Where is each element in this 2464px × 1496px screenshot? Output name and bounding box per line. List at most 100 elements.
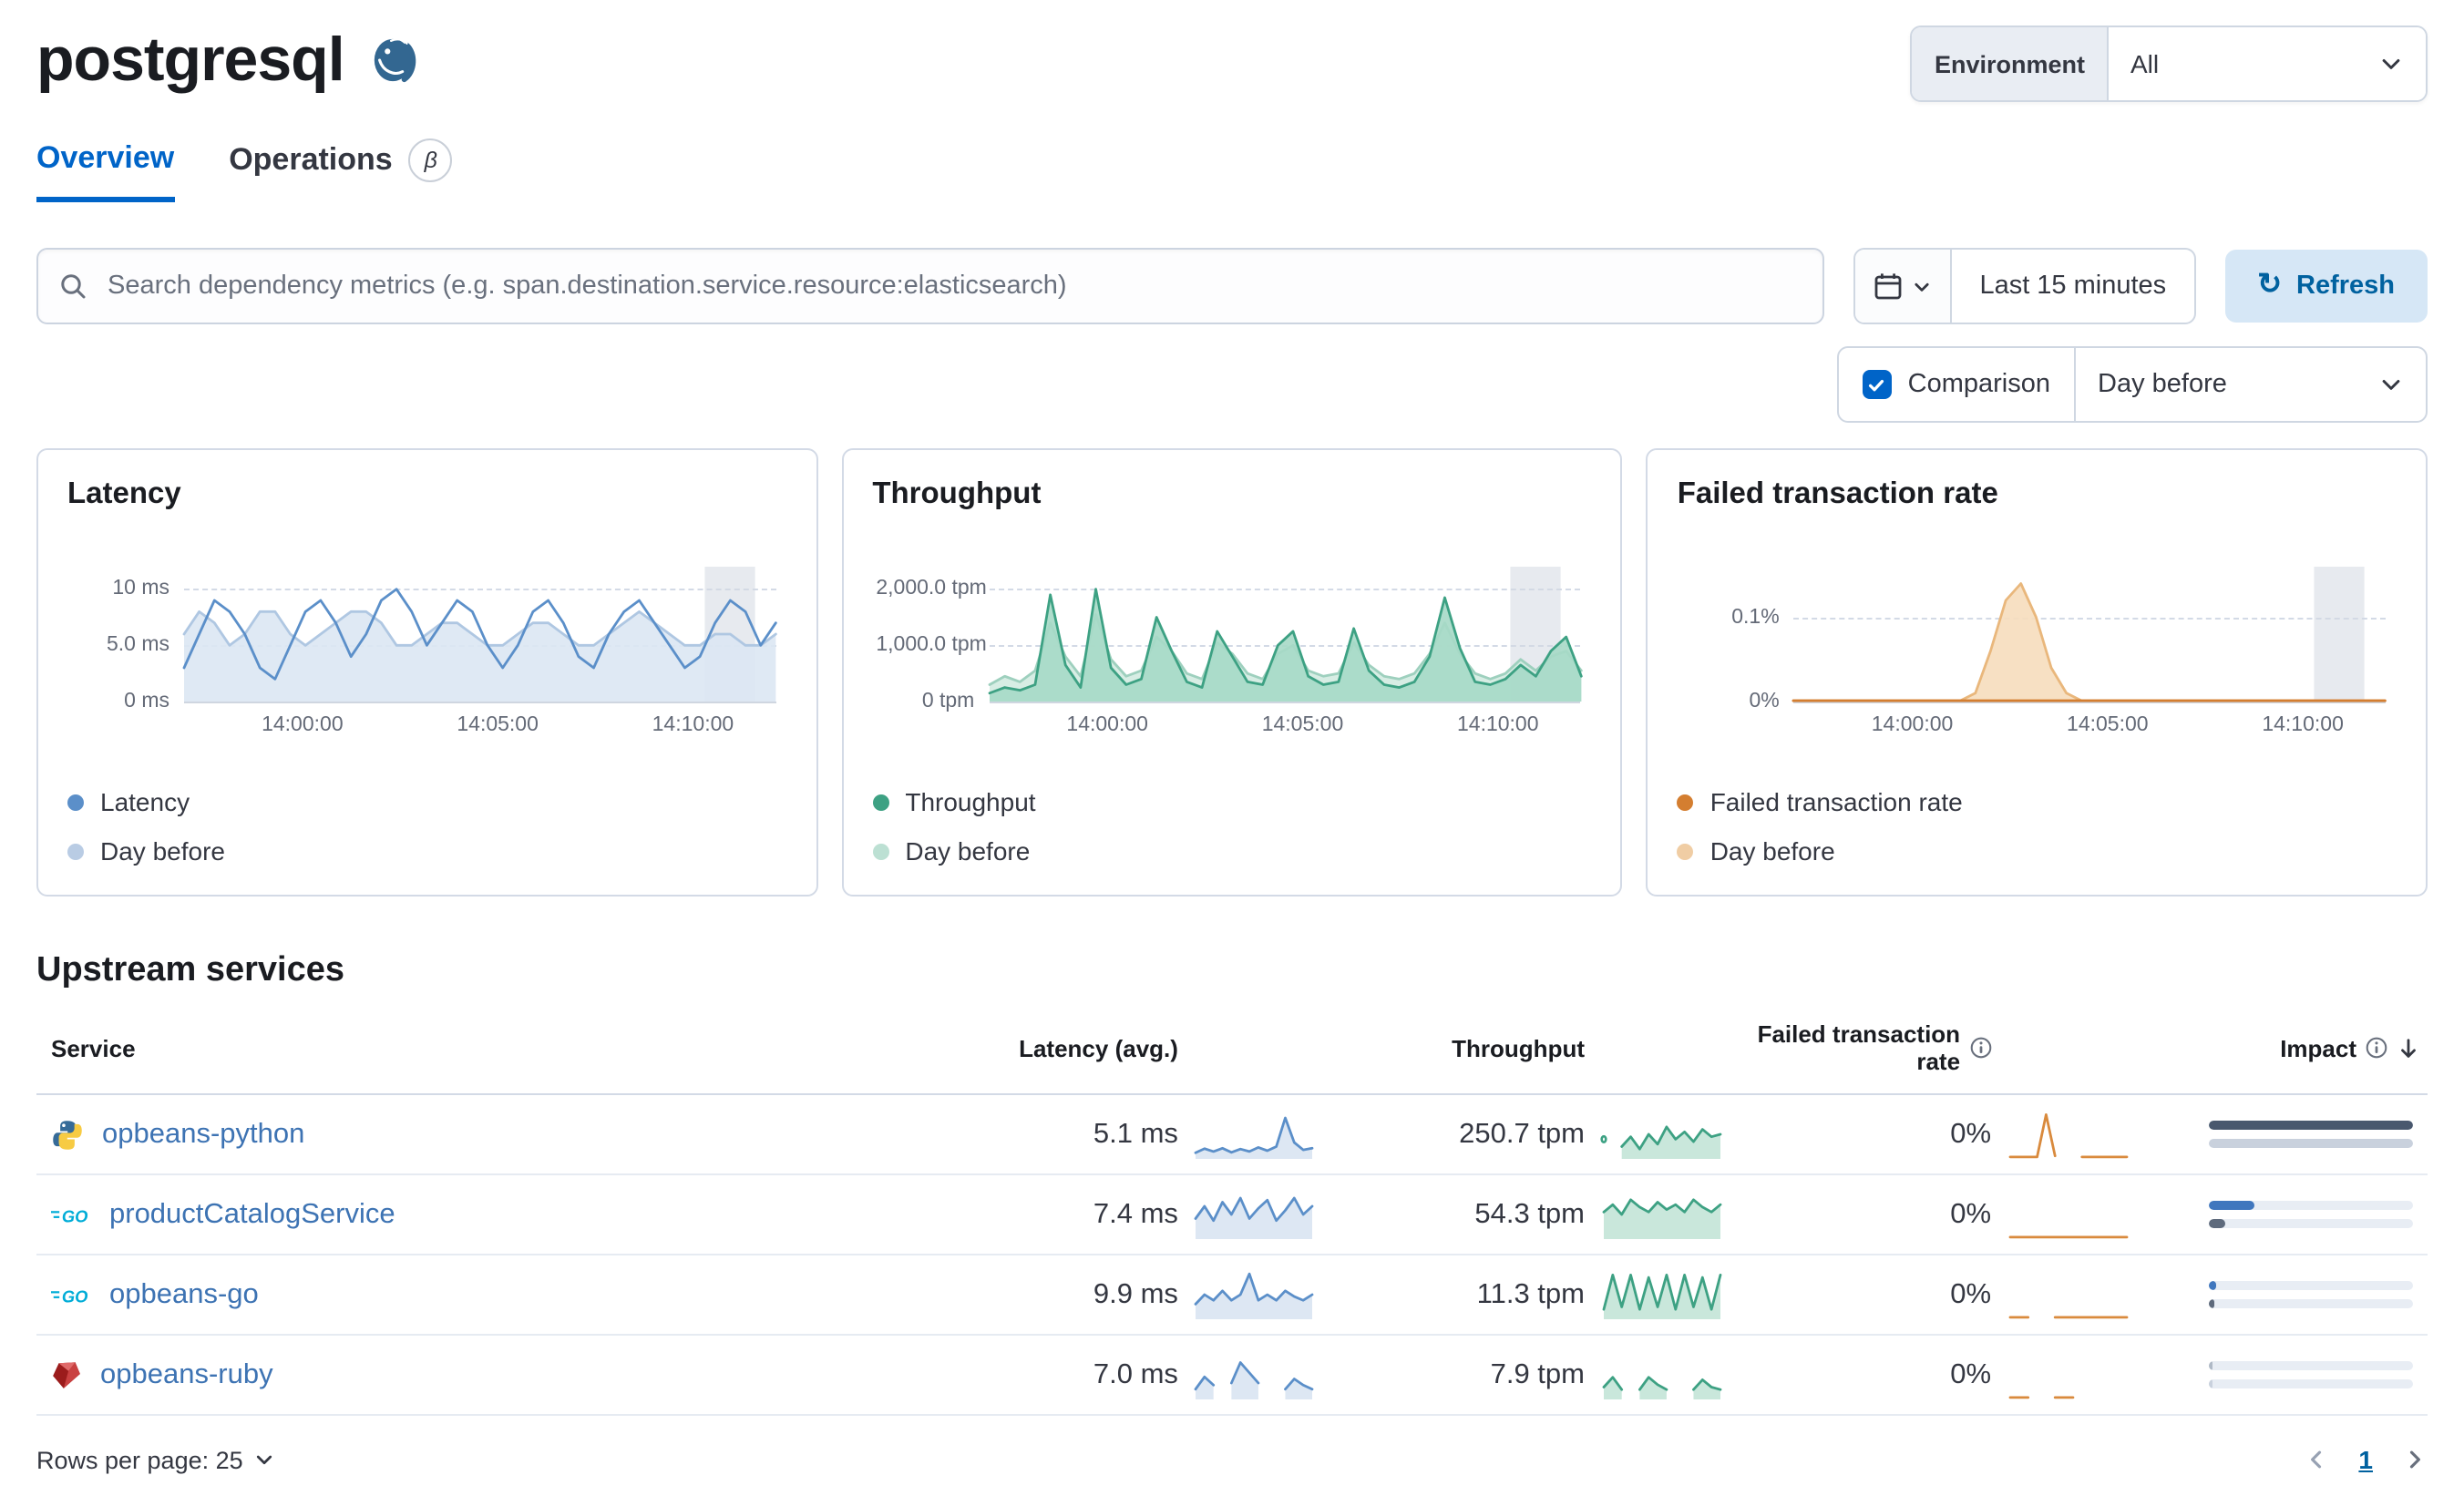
chart-title: Latency xyxy=(67,477,181,510)
go-icon: GO xyxy=(51,1200,91,1229)
chevron-down-icon xyxy=(254,1449,276,1470)
info-icon[interactable] xyxy=(2366,1037,2387,1059)
page-title: postgresql xyxy=(36,26,345,95)
metric-charts: Latency 10 ms 5.0 ms 0 ms 14:00:00 14:05… xyxy=(36,448,2428,897)
latency-value: 9.9 ms xyxy=(1093,1278,1178,1309)
refresh-button[interactable]: ↻ Refresh xyxy=(2224,250,2428,323)
latency-sparkline xyxy=(1196,1350,1313,1399)
environment-value[interactable]: All xyxy=(2109,27,2426,100)
table-row: GO productCatalogService 7.4 ms 54.3 tpm… xyxy=(36,1174,2428,1255)
python-icon xyxy=(51,1118,84,1151)
impact-bars xyxy=(2209,1281,2413,1308)
comparison-label: Comparison xyxy=(1907,370,2050,399)
latency-chart: 10 ms 5.0 ms 0 ms 14:00:00 14:05:00 14:1… xyxy=(107,567,775,736)
rows-per-page-button[interactable]: Rows per page: 25 xyxy=(36,1446,276,1473)
comparison-checkbox-group[interactable]: Comparison xyxy=(1839,348,2074,421)
throughput-value: 11.3 tpm xyxy=(1476,1278,1585,1309)
col-header-service[interactable]: Service xyxy=(36,1002,921,1095)
failed-rate-sparkline xyxy=(2009,1110,2126,1159)
throughput-sparkline xyxy=(1603,1270,1720,1319)
throughput-chart-panel: Throughput 2,000.0 tpm 1,000.0 tpm 0 tpm… xyxy=(841,448,1623,897)
comparison-checkbox[interactable] xyxy=(1862,370,1892,399)
chart-legend: Failed transaction rate Day before xyxy=(1677,787,2397,866)
throughput-sparkline xyxy=(1603,1350,1720,1399)
go-icon: GO xyxy=(51,1280,91,1309)
throughput-value: 54.3 tpm xyxy=(1474,1198,1585,1229)
failed-rate-value: 0% xyxy=(1950,1118,1992,1149)
failed-rate-sparkline xyxy=(2009,1190,2126,1239)
info-icon[interactable] xyxy=(1969,1037,1991,1059)
impact-bars xyxy=(2209,1201,2413,1228)
tab-overview[interactable]: Overview xyxy=(36,138,175,202)
impact-bars xyxy=(2209,1361,2413,1388)
latency-sparkline xyxy=(1196,1190,1313,1239)
chart-legend: Latency Day before xyxy=(67,787,786,866)
latency-sparkline xyxy=(1196,1270,1313,1319)
postgresql-logo-icon xyxy=(370,36,419,86)
failed-rate-chart: 0.1% 0% 14:00:00 14:05:00 14:10:00 xyxy=(1731,567,2386,736)
col-header-latency[interactable]: Latency (avg.) xyxy=(920,1002,1328,1095)
time-picker: Last 15 minutes xyxy=(1853,248,2196,324)
comparison-control: Comparison Day before xyxy=(1836,346,2428,423)
throughput-sparkline xyxy=(1603,1110,1720,1159)
chart-title: Throughput xyxy=(872,477,1042,510)
latency-sparkline xyxy=(1196,1110,1313,1159)
throughput-value: 250.7 tpm xyxy=(1459,1118,1585,1149)
date-picker-button[interactable] xyxy=(1855,250,1953,323)
table-row: opbeans-ruby 7.0 ms 7.9 tpm 0% xyxy=(36,1335,2428,1416)
beta-badge: β xyxy=(408,138,453,182)
chevron-down-icon xyxy=(2378,372,2404,397)
table-row: GO opbeans-go 9.9 ms 11.3 tpm 0% xyxy=(36,1255,2428,1336)
search-box[interactable] xyxy=(36,248,1825,324)
failed-rate-chart-panel: Failed transaction rate 0.1% 0% 14:00:00… xyxy=(1646,448,2428,897)
latency-value: 5.1 ms xyxy=(1093,1118,1178,1149)
svg-text:GO: GO xyxy=(62,1205,88,1224)
failed-rate-sparkline xyxy=(2009,1270,2126,1319)
latency-chart-panel: Latency 10 ms 5.0 ms 0 ms 14:00:00 14:05… xyxy=(36,448,818,897)
chart-legend: Throughput Day before xyxy=(872,787,1591,866)
throughput-sparkline xyxy=(1603,1190,1720,1239)
page-header: postgresql Environment All xyxy=(36,26,2428,102)
search-icon xyxy=(58,272,87,301)
impact-bars xyxy=(2209,1121,2413,1148)
table-row: opbeans-python 5.1 ms 250.7 tpm 0% xyxy=(36,1094,2428,1175)
chevron-down-icon xyxy=(2378,51,2404,77)
upstream-services-table: Service Latency (avg.) Throughput Failed… xyxy=(36,1002,2428,1416)
col-header-impact[interactable]: Impact xyxy=(2141,1002,2428,1095)
col-header-failed-rate[interactable]: Failed transaction rate xyxy=(1734,1002,2141,1095)
pagination: 1 xyxy=(2304,1445,2428,1474)
latency-value: 7.4 ms xyxy=(1093,1198,1178,1229)
failed-rate-value: 0% xyxy=(1950,1198,1992,1229)
svg-text:GO: GO xyxy=(62,1286,88,1305)
service-link[interactable]: opbeans-python xyxy=(102,1118,304,1151)
time-range-button[interactable]: Last 15 minutes xyxy=(1952,250,2193,323)
dependency-overview-page: postgresql Environment All Overview Oper… xyxy=(0,0,2464,1496)
sort-desc-icon xyxy=(2397,1036,2420,1060)
refresh-icon: ↻ xyxy=(2257,270,2282,301)
comparison-row: Comparison Day before xyxy=(36,346,2428,423)
latency-value: 7.0 ms xyxy=(1093,1358,1178,1389)
toolbar: Last 15 minutes ↻ Refresh xyxy=(36,248,2428,324)
table-footer: Rows per page: 25 1 xyxy=(36,1445,2428,1496)
failed-rate-value: 0% xyxy=(1950,1278,1992,1309)
previous-page-button[interactable] xyxy=(2304,1447,2329,1472)
page-number[interactable]: 1 xyxy=(2358,1445,2373,1474)
chevron-down-icon xyxy=(1912,276,1932,296)
throughput-value: 7.9 tpm xyxy=(1490,1358,1585,1389)
tab-bar: Overview Operations β xyxy=(36,138,2428,204)
throughput-chart: 2,000.0 tpm 1,000.0 tpm 0 tpm 14:00:00 1… xyxy=(876,567,1580,736)
search-input[interactable] xyxy=(104,270,1803,302)
failed-rate-value: 0% xyxy=(1950,1358,1992,1389)
calendar-icon xyxy=(1874,272,1903,301)
service-link[interactable]: opbeans-ruby xyxy=(100,1358,273,1391)
comparison-select[interactable]: Day before xyxy=(2074,348,2426,421)
failed-rate-sparkline xyxy=(2009,1350,2126,1399)
environment-label: Environment xyxy=(1912,27,2109,100)
service-link[interactable]: productCatalogService xyxy=(109,1198,395,1231)
col-header-throughput[interactable]: Throughput xyxy=(1327,1002,1734,1095)
service-link[interactable]: opbeans-go xyxy=(109,1278,259,1311)
chart-title: Failed transaction rate xyxy=(1677,477,1998,510)
tab-operations[interactable]: Operations β xyxy=(229,138,453,202)
next-page-button[interactable] xyxy=(2402,1447,2428,1472)
environment-select[interactable]: Environment All xyxy=(1910,26,2428,102)
